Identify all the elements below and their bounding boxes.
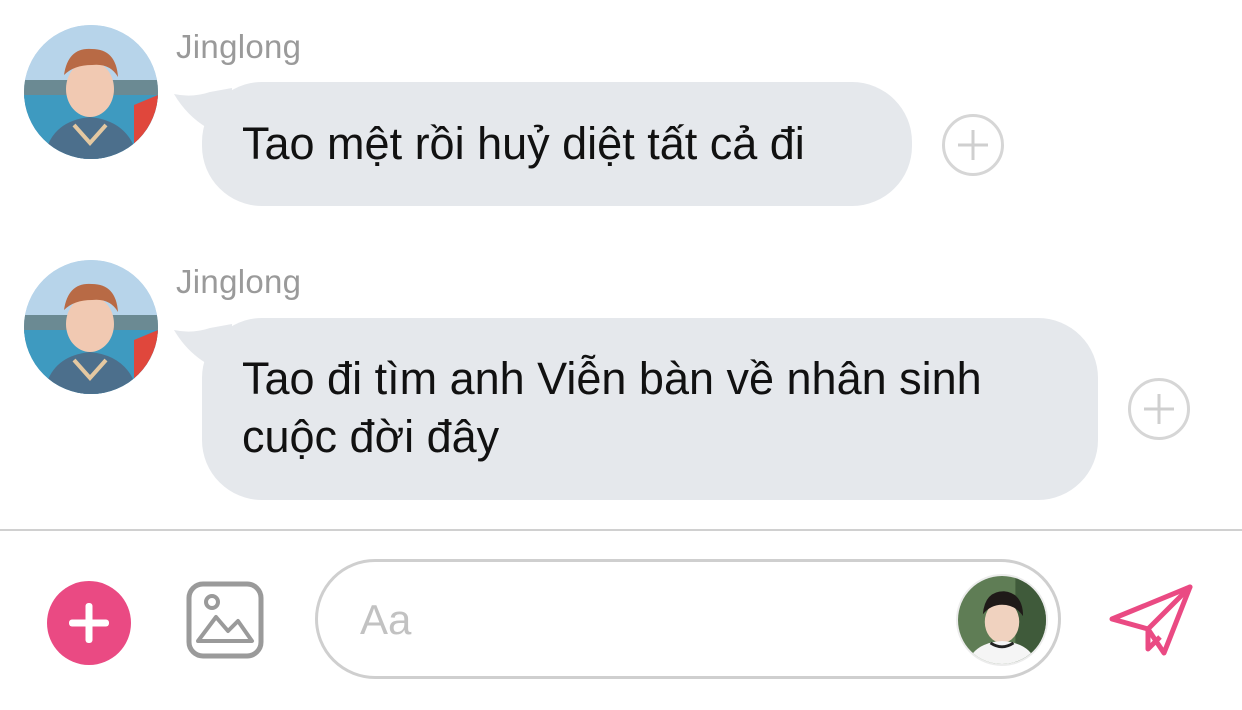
message-input-container[interactable] — [315, 559, 1061, 679]
self-avatar[interactable] — [956, 574, 1048, 666]
message-composer — [0, 531, 1242, 710]
message-text-line: Tao đi tìm anh Viễn bàn về nhân sinh — [242, 353, 982, 404]
message-bubble[interactable]: Tao đi tìm anh Viễn bàn về nhân sinh cuộ… — [202, 318, 1098, 500]
send-icon[interactable] — [1108, 583, 1194, 659]
message-bubble[interactable]: Tao mệt rồi huỷ diệt tất cả đi — [202, 82, 912, 206]
sender-name: Jinglong — [176, 263, 302, 300]
add-reaction-icon[interactable] — [942, 114, 1004, 176]
image-icon[interactable] — [186, 581, 264, 659]
message-text-line: cuộc đời đây — [242, 411, 500, 462]
avatar-photo — [24, 25, 158, 159]
message-bubble-container: Tao mệt rồi huỷ diệt tất cả đi — [174, 82, 912, 206]
chat-screen: Jinglong Tao mệt rồi huỷ diệt tất cả đi — [0, 0, 1242, 710]
sender-name: Jinglong — [176, 28, 302, 65]
plus-icon[interactable] — [47, 581, 131, 665]
self-avatar-photo — [958, 576, 1046, 664]
sender-avatar[interactable] — [24, 260, 158, 394]
sender-avatar[interactable] — [24, 25, 158, 159]
message-input[interactable] — [360, 592, 920, 648]
message-bubble-container: Tao đi tìm anh Viễn bàn về nhân sinh cuộ… — [174, 318, 1098, 500]
add-reaction-icon[interactable] — [1128, 378, 1190, 440]
avatar-photo — [24, 260, 158, 394]
message-text: Tao mệt rồi huỷ diệt tất cả đi — [242, 118, 805, 169]
